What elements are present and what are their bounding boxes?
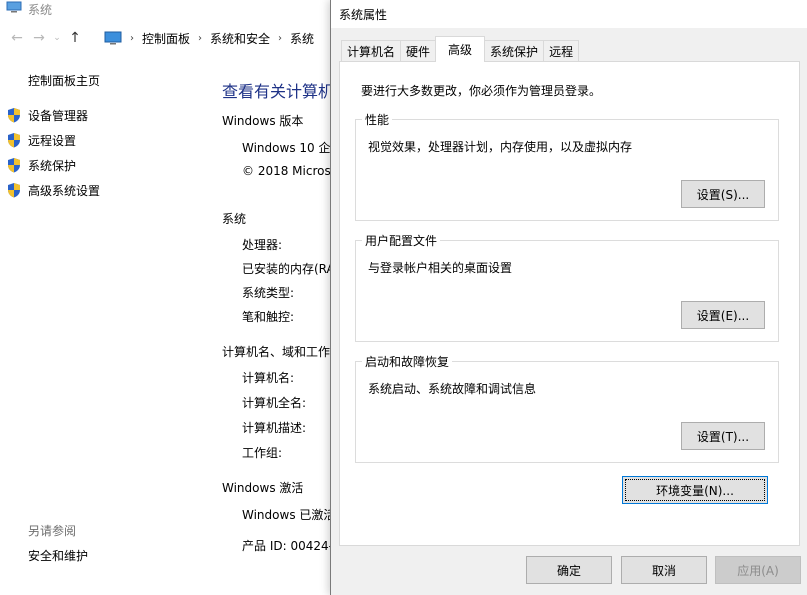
admin-shield-icon [8,133,20,148]
window-titlebar: 系统 [0,0,330,18]
system-properties-dialog: 系统属性 计算机名 硬件 高级 系统保护 远程 要进行大多数更改，你必须作为管理… [330,0,807,595]
breadcrumb-separator-icon: › [130,32,134,44]
sidebar-item-label: 远程设置 [28,133,77,148]
tab-remote[interactable]: 远程 [543,40,580,62]
user-profiles-label: 用户配置文件 [362,232,441,249]
copyright-text: © 2018 Micros [242,164,331,178]
see-also-heading: 另请参阅 [28,524,77,538]
sidebar-item-label: 高级系统设置 [28,183,101,198]
performance-description: 视觉效果，处理器计划，内存使用，以及虚拟内存 [368,140,633,154]
breadcrumb-system[interactable]: 系统 [290,30,314,47]
control-panel-icon [104,31,122,45]
forward-arrow-icon[interactable]: → [28,27,50,49]
startup-recovery-group: 启动和故障恢复 系统启动、系统故障和调试信息 设置(T)... [355,353,779,463]
dialog-body: 计算机名 硬件 高级 系统保护 远程 要进行大多数更改，你必须作为管理员登录。 … [331,28,807,595]
environment-variables-button[interactable]: 环境变量(N)... [622,476,768,504]
computer-icon [6,1,22,13]
recent-dropdown-icon[interactable]: ⌄ [50,27,64,49]
sidebar-item-label: 设备管理器 [28,108,89,123]
address-bar[interactable]: › 控制面板 › 系统和安全 › 系统 [104,26,344,50]
advanced-tab-panel: 要进行大多数更改，你必须作为管理员登录。 性能 视觉效果，处理器计划，内存使用，… [339,61,800,546]
computer-description-label: 计算机描述: [242,421,307,435]
activation-status: Windows 已激活 [242,508,336,522]
breadcrumb-separator-icon: › [278,32,283,44]
sidebar-item-label: 系统保护 [28,158,77,173]
admin-shield-icon [8,158,20,173]
tab-strip: 计算机名 硬件 高级 系统保护 远程 [341,36,580,62]
performance-label: 性能 [362,111,393,128]
control-panel-home-link[interactable]: 控制面板主页 [28,72,100,89]
dialog-titlebar[interactable]: 系统属性 [331,0,807,28]
tab-computer-name[interactable]: 计算机名 [341,40,402,62]
system-type-label: 系统类型: [242,286,295,300]
user-profiles-group: 用户配置文件 与登录帐户相关的桌面设置 设置(E)... [355,232,779,342]
sidebar-item-advanced-settings[interactable]: 高级系统设置 [6,181,100,199]
tab-system-protection[interactable]: 系统保护 [484,40,545,62]
product-id: 产品 ID: 00424- [242,539,333,553]
installed-ram-label: 已安装的内存(RA [242,262,335,276]
system-heading: 系统 [222,212,247,226]
workgroup-label: 工作组: [242,446,283,460]
security-maintenance-link[interactable]: 安全和维护 [28,547,88,564]
tab-hardware[interactable]: 硬件 [400,40,437,62]
breadcrumb-system-security[interactable]: 系统和安全 [210,30,270,47]
sidebar-item-remote-settings[interactable]: 远程设置 [6,131,76,149]
admin-shield-icon [8,108,20,123]
breadcrumb-control-panel[interactable]: 控制面板 [142,30,190,47]
navigation-bar: ← → ⌄ ↑ › 控制面板 › 系统和安全 › 系统 [0,26,330,50]
startup-recovery-label: 启动和故障恢复 [362,353,453,370]
performance-group: 性能 视觉效果，处理器计划，内存使用，以及虚拟内存 设置(S)... [355,111,779,221]
processor-label: 处理器: [242,238,283,252]
computer-name-heading: 计算机名、域和工作 [222,345,331,359]
sidebar-item-system-protection[interactable]: 系统保护 [6,156,76,174]
ok-button[interactable]: 确定 [526,556,612,584]
performance-settings-button[interactable]: 设置(S)... [681,180,765,208]
admin-shield-icon [8,183,20,198]
user-profiles-description: 与登录帐户相关的桌面设置 [368,261,513,275]
back-arrow-icon[interactable]: ← [6,27,28,49]
up-arrow-icon[interactable]: ↑ [64,27,86,49]
tab-advanced[interactable]: 高级 [435,36,486,62]
window-title: 系统 [28,2,53,17]
startup-recovery-settings-button[interactable]: 设置(T)... [681,422,765,450]
cancel-button[interactable]: 取消 [621,556,707,584]
breadcrumb-separator-icon: › [198,32,203,44]
dialog-title: 系统属性 [339,7,388,22]
admin-notice: 要进行大多数更改，你必须作为管理员登录。 [361,84,602,98]
windows-edition-value: Windows 10 企 [242,141,331,155]
windows-activation-heading: Windows 激活 [222,481,304,495]
user-profiles-settings-button[interactable]: 设置(E)... [681,301,765,329]
apply-button[interactable]: 应用(A) [715,556,801,584]
startup-recovery-description: 系统启动、系统故障和调试信息 [368,382,537,396]
pen-touch-label: 笔和触控: [242,310,295,324]
windows-edition-heading: Windows 版本 [222,114,304,128]
full-computer-name-label: 计算机全名: [242,396,307,410]
page-title: 查看有关计算机 [222,82,335,101]
computer-name-label: 计算机名: [242,371,295,385]
sidebar-item-device-manager[interactable]: 设备管理器 [6,106,88,124]
